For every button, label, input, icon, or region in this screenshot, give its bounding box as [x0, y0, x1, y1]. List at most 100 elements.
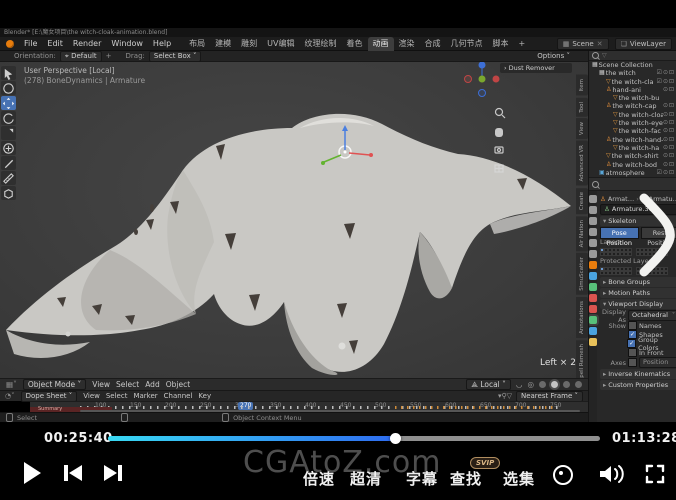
- dopesheet-mode-dropdown[interactable]: Dope Sheet ˅: [21, 391, 78, 402]
- properties-tab-2[interactable]: [589, 217, 597, 225]
- move-icon[interactable]: [1, 96, 16, 110]
- checkbox-axes[interactable]: [628, 358, 637, 367]
- orientation-add-button[interactable]: +: [106, 51, 112, 62]
- pose-position-button[interactable]: Pose Position: [600, 227, 639, 239]
- workspace-tab-10[interactable]: 脚本: [488, 37, 514, 51]
- outliner-row[interactable]: ▽ the witch-cloak ⊙⊡: [589, 111, 676, 119]
- cast-icon[interactable]: [553, 465, 573, 485]
- outliner-row[interactable]: ▣ atmosphere ☑⊙⊡: [589, 169, 676, 177]
- cam-toggle-icon[interactable]: ⊡: [669, 69, 674, 77]
- snap-magnet-icon[interactable]: ◡: [516, 380, 523, 389]
- outliner-row[interactable]: ▽ the witch-cla ☑⊙⊡: [589, 78, 676, 86]
- display-as-dropdown[interactable]: Octahedral˅: [628, 310, 676, 321]
- seek-bar[interactable]: [108, 436, 600, 441]
- mode-dropdown[interactable]: Object Mode ˅: [23, 379, 86, 390]
- outliner-row[interactable]: ▽ the witch-fac ⊙⊡: [589, 127, 676, 135]
- npanel-tab-7[interactable]: Annotations: [576, 297, 588, 338]
- shading-wireframe-icon[interactable]: [539, 381, 546, 388]
- menu-edit[interactable]: Edit: [42, 39, 68, 48]
- workspace-tab-11[interactable]: +: [514, 37, 531, 51]
- eye-toggle-icon[interactable]: ⊙: [663, 111, 668, 119]
- ds-menu-marker[interactable]: Marker: [133, 392, 157, 400]
- transform-orientation-dropdown[interactable]: ⟁ Local ˅: [466, 379, 511, 390]
- properties-tab-8[interactable]: [589, 283, 597, 291]
- checkbox-shapes[interactable]: ✓: [628, 330, 637, 339]
- outliner-row[interactable]: ♙ the witch-cap ⊙⊡: [589, 102, 676, 110]
- properties-tab-1[interactable]: [589, 206, 597, 214]
- orientation-dropdown[interactable]: ⌖ Default: [60, 51, 102, 62]
- scale-icon[interactable]: [1, 126, 16, 140]
- chk-toggle-icon[interactable]: ☑: [657, 78, 662, 86]
- shading-rendered-icon[interactable]: [575, 381, 582, 388]
- cam-toggle-icon[interactable]: ⊡: [669, 78, 674, 86]
- cam-toggle-icon[interactable]: ⊡: [669, 111, 674, 119]
- workspace-tab-4[interactable]: 纹理绘制: [300, 37, 342, 51]
- chk-toggle-icon[interactable]: ☑: [657, 69, 662, 77]
- outliner-row[interactable]: ▽ the witch-bu: [589, 94, 676, 102]
- vp-menu-object[interactable]: Object: [166, 380, 190, 389]
- workspace-tab-3[interactable]: UV编辑: [262, 37, 299, 51]
- transform-icon[interactable]: [1, 141, 16, 155]
- npanel-dust-remover[interactable]: › Dust Remover: [500, 63, 572, 73]
- properties-tab-10[interactable]: [589, 305, 597, 313]
- ds-menu-channel[interactable]: Channel: [164, 392, 193, 400]
- eye-toggle-icon[interactable]: ⊙: [663, 161, 668, 169]
- shading-solid-icon[interactable]: [551, 381, 558, 388]
- workspace-tab-9[interactable]: 几何节点: [446, 37, 488, 51]
- properties-tab-9[interactable]: [589, 294, 597, 302]
- npanel-tab-0[interactable]: Item: [576, 75, 588, 96]
- dopesheet-editor-icon[interactable]: ◔˅: [5, 392, 15, 400]
- eye-toggle-icon[interactable]: ⊙: [663, 127, 668, 135]
- 3d-viewport[interactable]: [0, 62, 588, 378]
- properties-tab-13[interactable]: [589, 338, 597, 346]
- cam-toggle-icon[interactable]: ⊡: [669, 144, 674, 152]
- cursor-icon[interactable]: [1, 81, 16, 95]
- workspace-tab-0[interactable]: 布局: [184, 37, 210, 51]
- blender-logo-icon[interactable]: [6, 40, 14, 48]
- viewport-options-dropdown[interactable]: Options ˅: [537, 51, 570, 62]
- vp-menu-add[interactable]: Add: [145, 380, 160, 389]
- npanel-tab-1[interactable]: Tool: [576, 98, 588, 117]
- editor-type-icon[interactable]: ▦˅: [6, 380, 17, 389]
- add-cube-icon[interactable]: [1, 186, 16, 200]
- outliner-row[interactable]: ▦ the witch ☑⊙⊡: [589, 69, 676, 77]
- cam-toggle-icon[interactable]: ⊡: [669, 152, 674, 160]
- eye-toggle-icon[interactable]: ⊙: [663, 144, 668, 152]
- menu-window[interactable]: Window: [106, 39, 148, 48]
- properties-search-icon[interactable]: [592, 181, 599, 188]
- workspace-tab-2[interactable]: 雕刻: [236, 37, 262, 51]
- npanel-tab-6[interactable]: SimuScatter: [576, 253, 588, 295]
- cam-toggle-icon[interactable]: ⊡: [669, 161, 674, 169]
- section-motion-paths[interactable]: ▸Motion Paths: [600, 288, 676, 298]
- outliner-row[interactable]: ▽ the witch-eye ⊙⊡: [589, 119, 676, 127]
- checkbox-in-front[interactable]: [628, 348, 637, 357]
- player-button-4[interactable]: 选集: [503, 468, 535, 489]
- filter-icon[interactable]: ▾⚲▽: [498, 392, 512, 400]
- workspace-tab-1[interactable]: 建模: [210, 37, 236, 51]
- npanel-tab-5[interactable]: Air Nation: [576, 216, 588, 251]
- player-button-3[interactable]: 查找: [450, 468, 482, 489]
- rotate-icon[interactable]: [1, 111, 16, 125]
- snap-dropdown[interactable]: Nearest Frame ˅: [516, 391, 583, 402]
- vp-menu-select[interactable]: Select: [116, 380, 139, 389]
- player-button-1[interactable]: 超清: [350, 468, 382, 489]
- shading-material-icon[interactable]: [563, 381, 570, 388]
- annotate-icon[interactable]: [1, 156, 16, 170]
- eye-toggle-icon[interactable]: ⊙: [663, 78, 668, 86]
- drag-dropdown[interactable]: Select Box ˅: [149, 51, 202, 62]
- workspace-tab-7[interactable]: 渲染: [394, 37, 420, 51]
- cam-toggle-icon[interactable]: ⊡: [669, 169, 674, 177]
- outliner-row[interactable]: ♙ the witch-bod ⊙⊡: [589, 161, 676, 169]
- play-button[interactable]: [22, 461, 42, 485]
- selected-keyframes[interactable]: [395, 406, 555, 409]
- chk-toggle-icon[interactable]: ☑: [657, 169, 662, 177]
- outliner-row[interactable]: ▽ the witch-ha ⊙⊡: [589, 144, 676, 152]
- eye-toggle-icon[interactable]: ⊙: [663, 152, 668, 160]
- properties-tab-11[interactable]: [589, 316, 597, 324]
- workspace-tab-5[interactable]: 着色: [342, 37, 368, 51]
- cam-toggle-icon[interactable]: ⊡: [669, 86, 674, 94]
- vp-menu-view[interactable]: View: [92, 380, 110, 389]
- axes-position-field[interactable]: Position: [639, 357, 676, 368]
- outliner-row[interactable]: ♙ the witch-hand-R ⊙⊡: [589, 136, 676, 144]
- eye-toggle-icon[interactable]: ⊙: [663, 69, 668, 77]
